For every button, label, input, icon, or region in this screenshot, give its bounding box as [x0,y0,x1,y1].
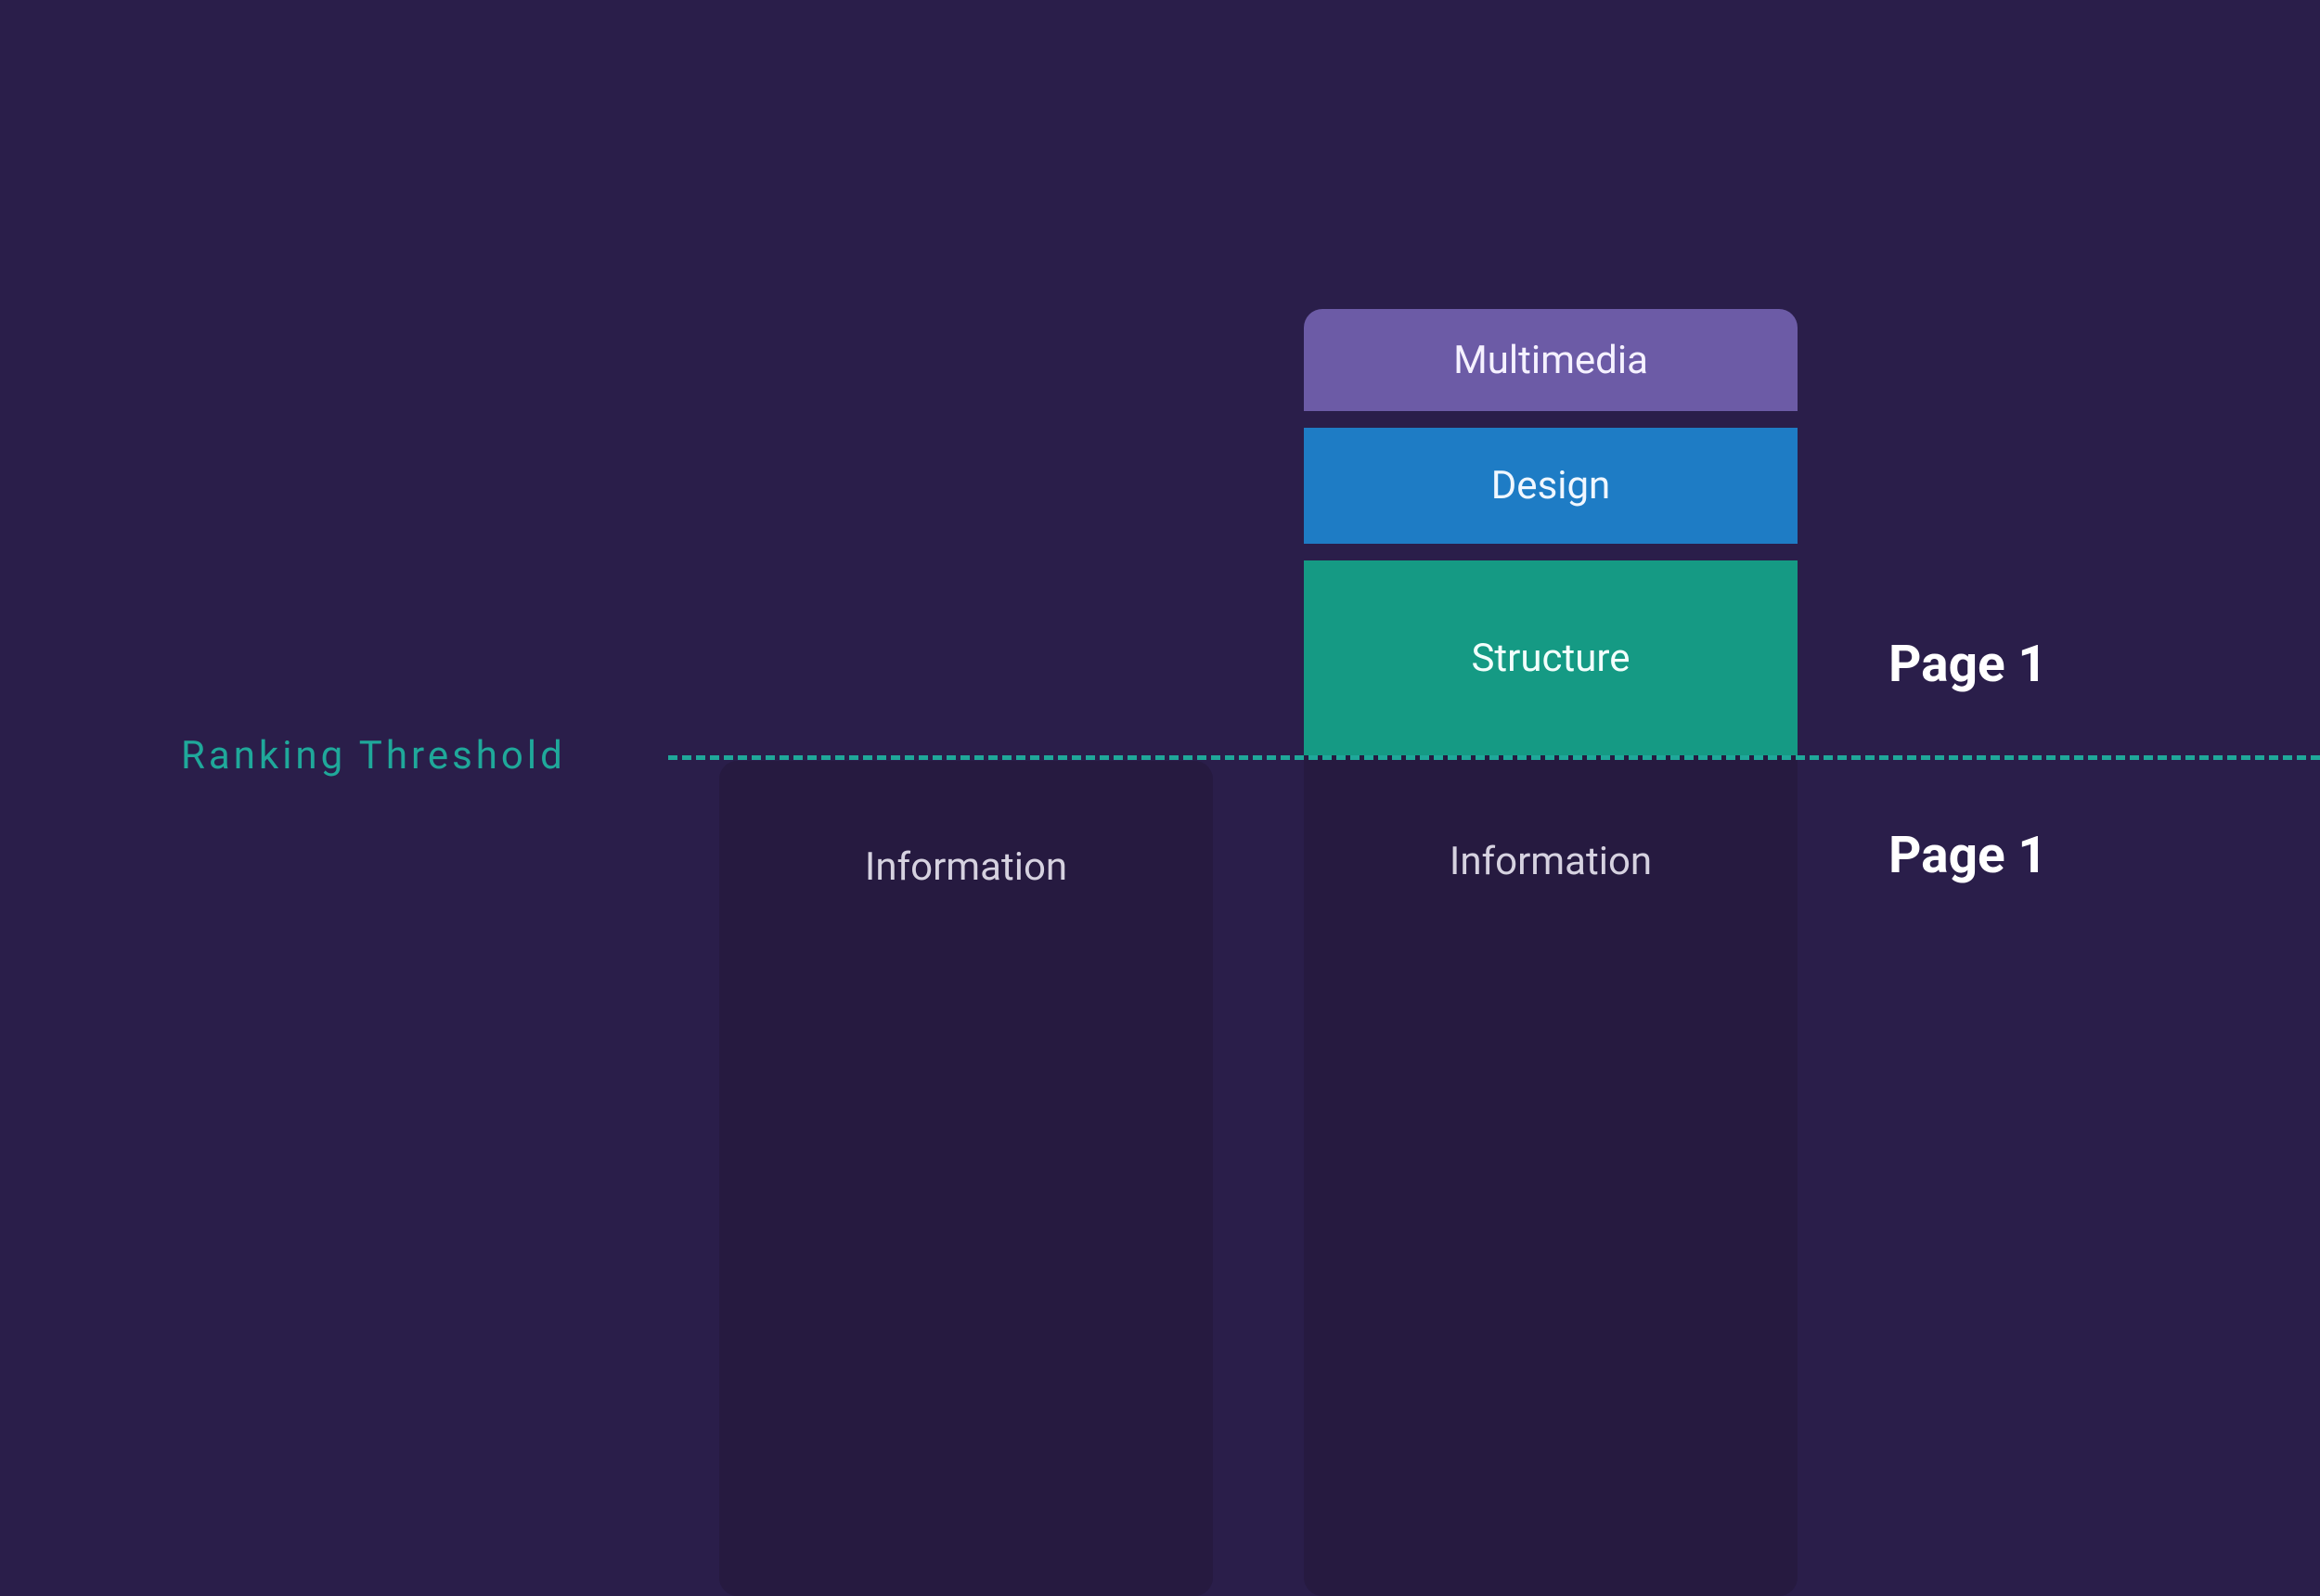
segment-information: Information [719,761,1213,1596]
segment-information: Information [1304,755,1798,1596]
threshold-label: Ranking Threshold [181,733,566,779]
segment-design: Design [1304,428,1798,544]
column-b: Multimedia Design Structure Information [1304,309,1798,1596]
segment-structure: Structure [1304,560,1798,755]
segment-multimedia: Multimedia [1304,309,1798,411]
page-label-above: Page 1 [1888,635,2047,694]
page-label-below: Page 1 [1888,826,2047,885]
threshold-line [668,755,2320,760]
column-a: Information [719,761,1213,1596]
